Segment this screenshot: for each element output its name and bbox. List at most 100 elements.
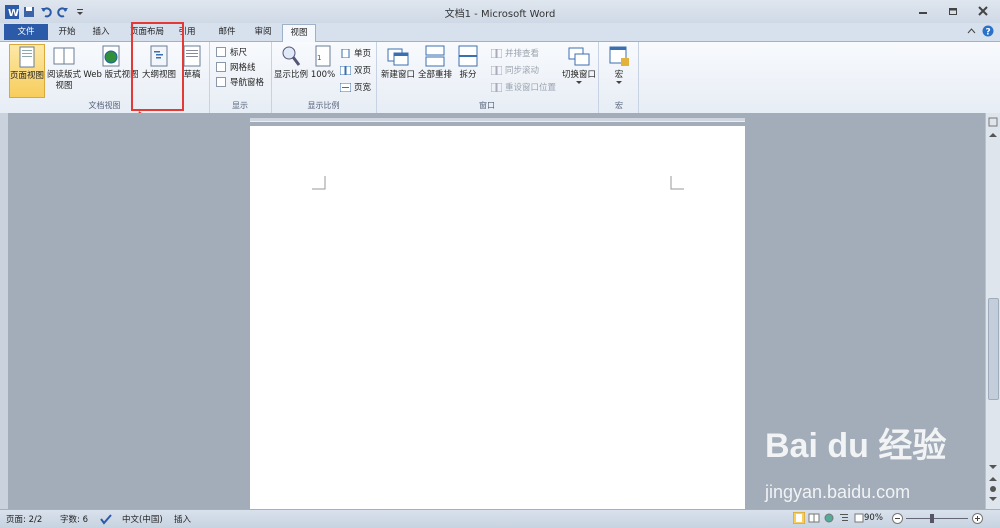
gridlines-checkbox-box (216, 62, 226, 72)
two-pages-icon (340, 65, 351, 75)
zoom-level[interactable]: 90% (864, 513, 883, 523)
tab-row-right: ? (967, 25, 994, 37)
zoom-slider-track[interactable] (906, 518, 968, 519)
restore-button[interactable] (942, 4, 964, 18)
scrollbar-thumb[interactable] (988, 298, 999, 400)
switch-windows-icon (568, 47, 590, 66)
zoom-slider-thumb[interactable] (930, 514, 934, 523)
nav-pane-checkbox[interactable]: 导航窗格 (216, 76, 264, 88)
tab-view[interactable]: 视图 (282, 24, 316, 42)
one-page-label: 单页 (354, 49, 372, 59)
word-count[interactable]: 字数: 6 (60, 513, 88, 525)
print-layout-icon (19, 46, 35, 68)
outline-shortcut-icon[interactable] (838, 512, 850, 524)
group-label-macros: 宏 (615, 101, 623, 110)
two-pages-button[interactable]: 双页 (340, 64, 371, 76)
nav-pane-label: 导航窗格 (230, 78, 265, 88)
window-controls (912, 4, 994, 18)
arrange-all-label: 全部重排 (417, 70, 452, 80)
zoom-label: 显示比例 (273, 70, 308, 80)
print-layout-shortcut-icon[interactable] (793, 512, 805, 524)
minimize-button[interactable] (912, 4, 934, 18)
draft-view-label: 草稿 (183, 70, 201, 80)
print-layout-label: 页面视图 (10, 71, 45, 81)
chevron-down-icon (576, 81, 582, 84)
reading-layout-button[interactable]: 阅读版式 视图 (46, 44, 82, 92)
two-pages-label: 双页 (354, 66, 372, 76)
page-100-icon: 1 (315, 45, 331, 67)
sync-scroll-button[interactable]: 同步滚动 (491, 64, 539, 76)
group-show: 标尺 网格线 导航窗格 显示 (209, 42, 272, 113)
zoom-in-icon[interactable] (972, 513, 983, 524)
page-width-icon (340, 82, 351, 92)
page-count[interactable]: 页面: 2/2 (6, 513, 42, 525)
previous-page-icon[interactable] (988, 475, 998, 483)
document-page[interactable] (250, 126, 745, 509)
help-icon[interactable]: ? (982, 25, 994, 37)
next-page-icon[interactable] (988, 495, 998, 503)
sync-scroll-label: 同步滚动 (505, 66, 540, 76)
tab-home[interactable]: 开始 (52, 25, 82, 40)
language-status[interactable]: 中文(中国) (122, 513, 163, 525)
new-window-label: 新建窗口 (380, 70, 415, 80)
zoom-100-button[interactable]: 1 100% (310, 44, 336, 81)
reading-layout-icon (53, 47, 75, 65)
vertical-scrollbar[interactable] (985, 113, 1000, 509)
web-layout-shortcut-icon[interactable] (823, 512, 835, 524)
reading-layout-shortcut-icon[interactable] (808, 512, 820, 524)
group-label-zoom: 显示比例 (307, 101, 340, 110)
arrange-all-button[interactable]: 全部重排 (417, 44, 453, 81)
minimize-ribbon-icon[interactable] (967, 27, 976, 35)
browse-object-icon[interactable] (988, 485, 998, 493)
tab-insert[interactable]: 插入 (86, 25, 116, 40)
tab-file[interactable]: 文件 (4, 24, 48, 40)
page-width-button[interactable]: 页宽 (340, 81, 371, 93)
reading-layout-label-1: 阅读版式 (46, 70, 81, 80)
split-button[interactable]: 拆分 (456, 44, 480, 81)
nav-pane-checkbox-box (216, 77, 226, 87)
reset-window-position-label: 重设窗口位置 (505, 83, 557, 93)
new-window-button[interactable]: 新建窗口 (380, 44, 416, 81)
side-by-side-label: 并排查看 (505, 49, 540, 59)
one-page-icon (341, 48, 350, 58)
reading-layout-label-2: 视图 (55, 81, 73, 91)
view-shortcuts (793, 512, 865, 524)
scroll-down-icon[interactable] (988, 463, 998, 471)
zoom-button[interactable]: 显示比例 (273, 44, 309, 81)
page-width-label: 页宽 (354, 83, 372, 93)
split-label: 拆分 (459, 70, 477, 80)
macros-icon (609, 46, 629, 66)
svg-text:?: ? (986, 28, 991, 38)
zoom-out-icon[interactable] (892, 513, 903, 524)
close-button[interactable] (972, 4, 994, 18)
watermark-logo: Bai du 经验 (765, 427, 947, 465)
switch-windows-label: 切换窗口 (561, 70, 596, 80)
print-layout-button[interactable]: 页面视图 (9, 44, 45, 98)
side-by-side-icon (491, 48, 502, 58)
one-page-button[interactable]: 单页 (340, 47, 371, 59)
ruler-checkbox[interactable]: 标尺 (216, 46, 247, 58)
proofing-icon[interactable] (100, 513, 112, 525)
margin-corner-top-left (312, 176, 326, 190)
group-window: 新建窗口 全部重排 拆分 并排查看 同步滚动 重设窗口位置 切换窗口 窗口 (376, 42, 599, 113)
zoom-100-label: 100% (310, 70, 336, 80)
reset-position-icon (491, 82, 502, 92)
tab-review[interactable]: 审阅 (248, 25, 278, 40)
reset-window-position-button[interactable]: 重设窗口位置 (491, 81, 556, 93)
side-by-side-button[interactable]: 并排查看 (491, 47, 539, 59)
ruler-checkbox-box (216, 47, 226, 57)
vertical-ruler-edge (0, 113, 8, 509)
tab-mailings[interactable]: 邮件 (212, 25, 242, 40)
globe-icon (102, 45, 120, 67)
switch-windows-button[interactable]: 切换窗口 (561, 44, 597, 85)
gridlines-label: 网格线 (230, 63, 256, 73)
insert-mode-status[interactable]: 插入 (174, 513, 191, 525)
macros-button[interactable]: 宏 (606, 44, 632, 85)
ruler-toggle-icon[interactable] (988, 117, 998, 127)
svg-text:1: 1 (317, 54, 321, 62)
group-label-window: 窗口 (479, 101, 495, 110)
gridlines-checkbox[interactable]: 网格线 (216, 61, 256, 73)
margin-corner-top-right (670, 176, 684, 190)
scroll-up-icon[interactable] (988, 131, 998, 139)
chevron-down-icon (616, 81, 622, 84)
